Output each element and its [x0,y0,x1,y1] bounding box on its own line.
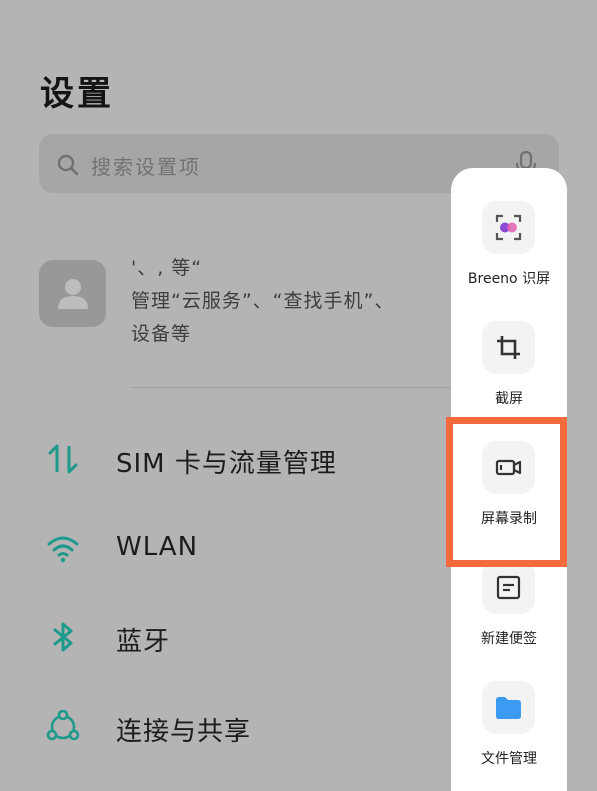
tool-label: 文件管理 [481,751,537,767]
account-line-2: 管理“云服务”、“查找手机”、 [131,290,395,312]
crop-tile [482,321,535,374]
settings-item-sim[interactable]: SIM 卡与流量管理 [40,428,440,488]
tool-file-manager[interactable]: 文件管理 [451,681,567,791]
note-icon [496,575,521,600]
settings-item-label: 蓝牙 [116,627,171,657]
tool-label: Breeno 识屏 [467,271,551,287]
divider [130,387,470,388]
tool-breeno[interactable]: Breeno 识屏 [451,201,567,311]
settings-item-label: SIM 卡与流量管理 [116,449,337,479]
search-placeholder: 搜索设置项 [91,155,201,179]
tool-label: 截屏 [495,391,523,407]
settings-item-label: WLAN [116,532,199,562]
connection-share-icon [46,710,80,741]
user-icon [58,279,88,309]
breeno-tile [482,201,535,254]
tool-new-note[interactable]: 新建便签 [451,561,567,671]
page-title: 设置 [40,74,114,114]
wifi-icon [47,536,79,563]
tool-screenshot[interactable]: 截屏 [451,321,567,431]
breeno-icon [495,214,522,241]
highlight-box [446,417,567,567]
account-line-1: '、, 等“ [131,257,203,279]
folder-icon [496,697,521,719]
avatar [39,260,106,327]
account-line-3: 设备等 [131,323,192,345]
note-tile [482,561,535,614]
tool-label: 新建便签 [481,631,537,647]
search-icon [57,154,79,176]
settings-item-wlan[interactable]: WLAN [40,517,440,577]
account-description: '、, 等“ 管理“云服务”、“查找手机”、 设备等 [131,252,394,351]
account-card[interactable]: '、, 等“ 管理“云服务”、“查找手机”、 设备等 [39,248,459,348]
settings-item-label: 连接与共享 [116,717,252,747]
sim-data-icon [48,444,78,474]
bluetooth-icon [53,622,73,652]
folder-tile [482,681,535,734]
settings-item-connection-share[interactable]: 连接与共享 [40,696,440,756]
crop-icon [497,336,520,359]
settings-item-bluetooth[interactable]: 蓝牙 [40,606,440,666]
